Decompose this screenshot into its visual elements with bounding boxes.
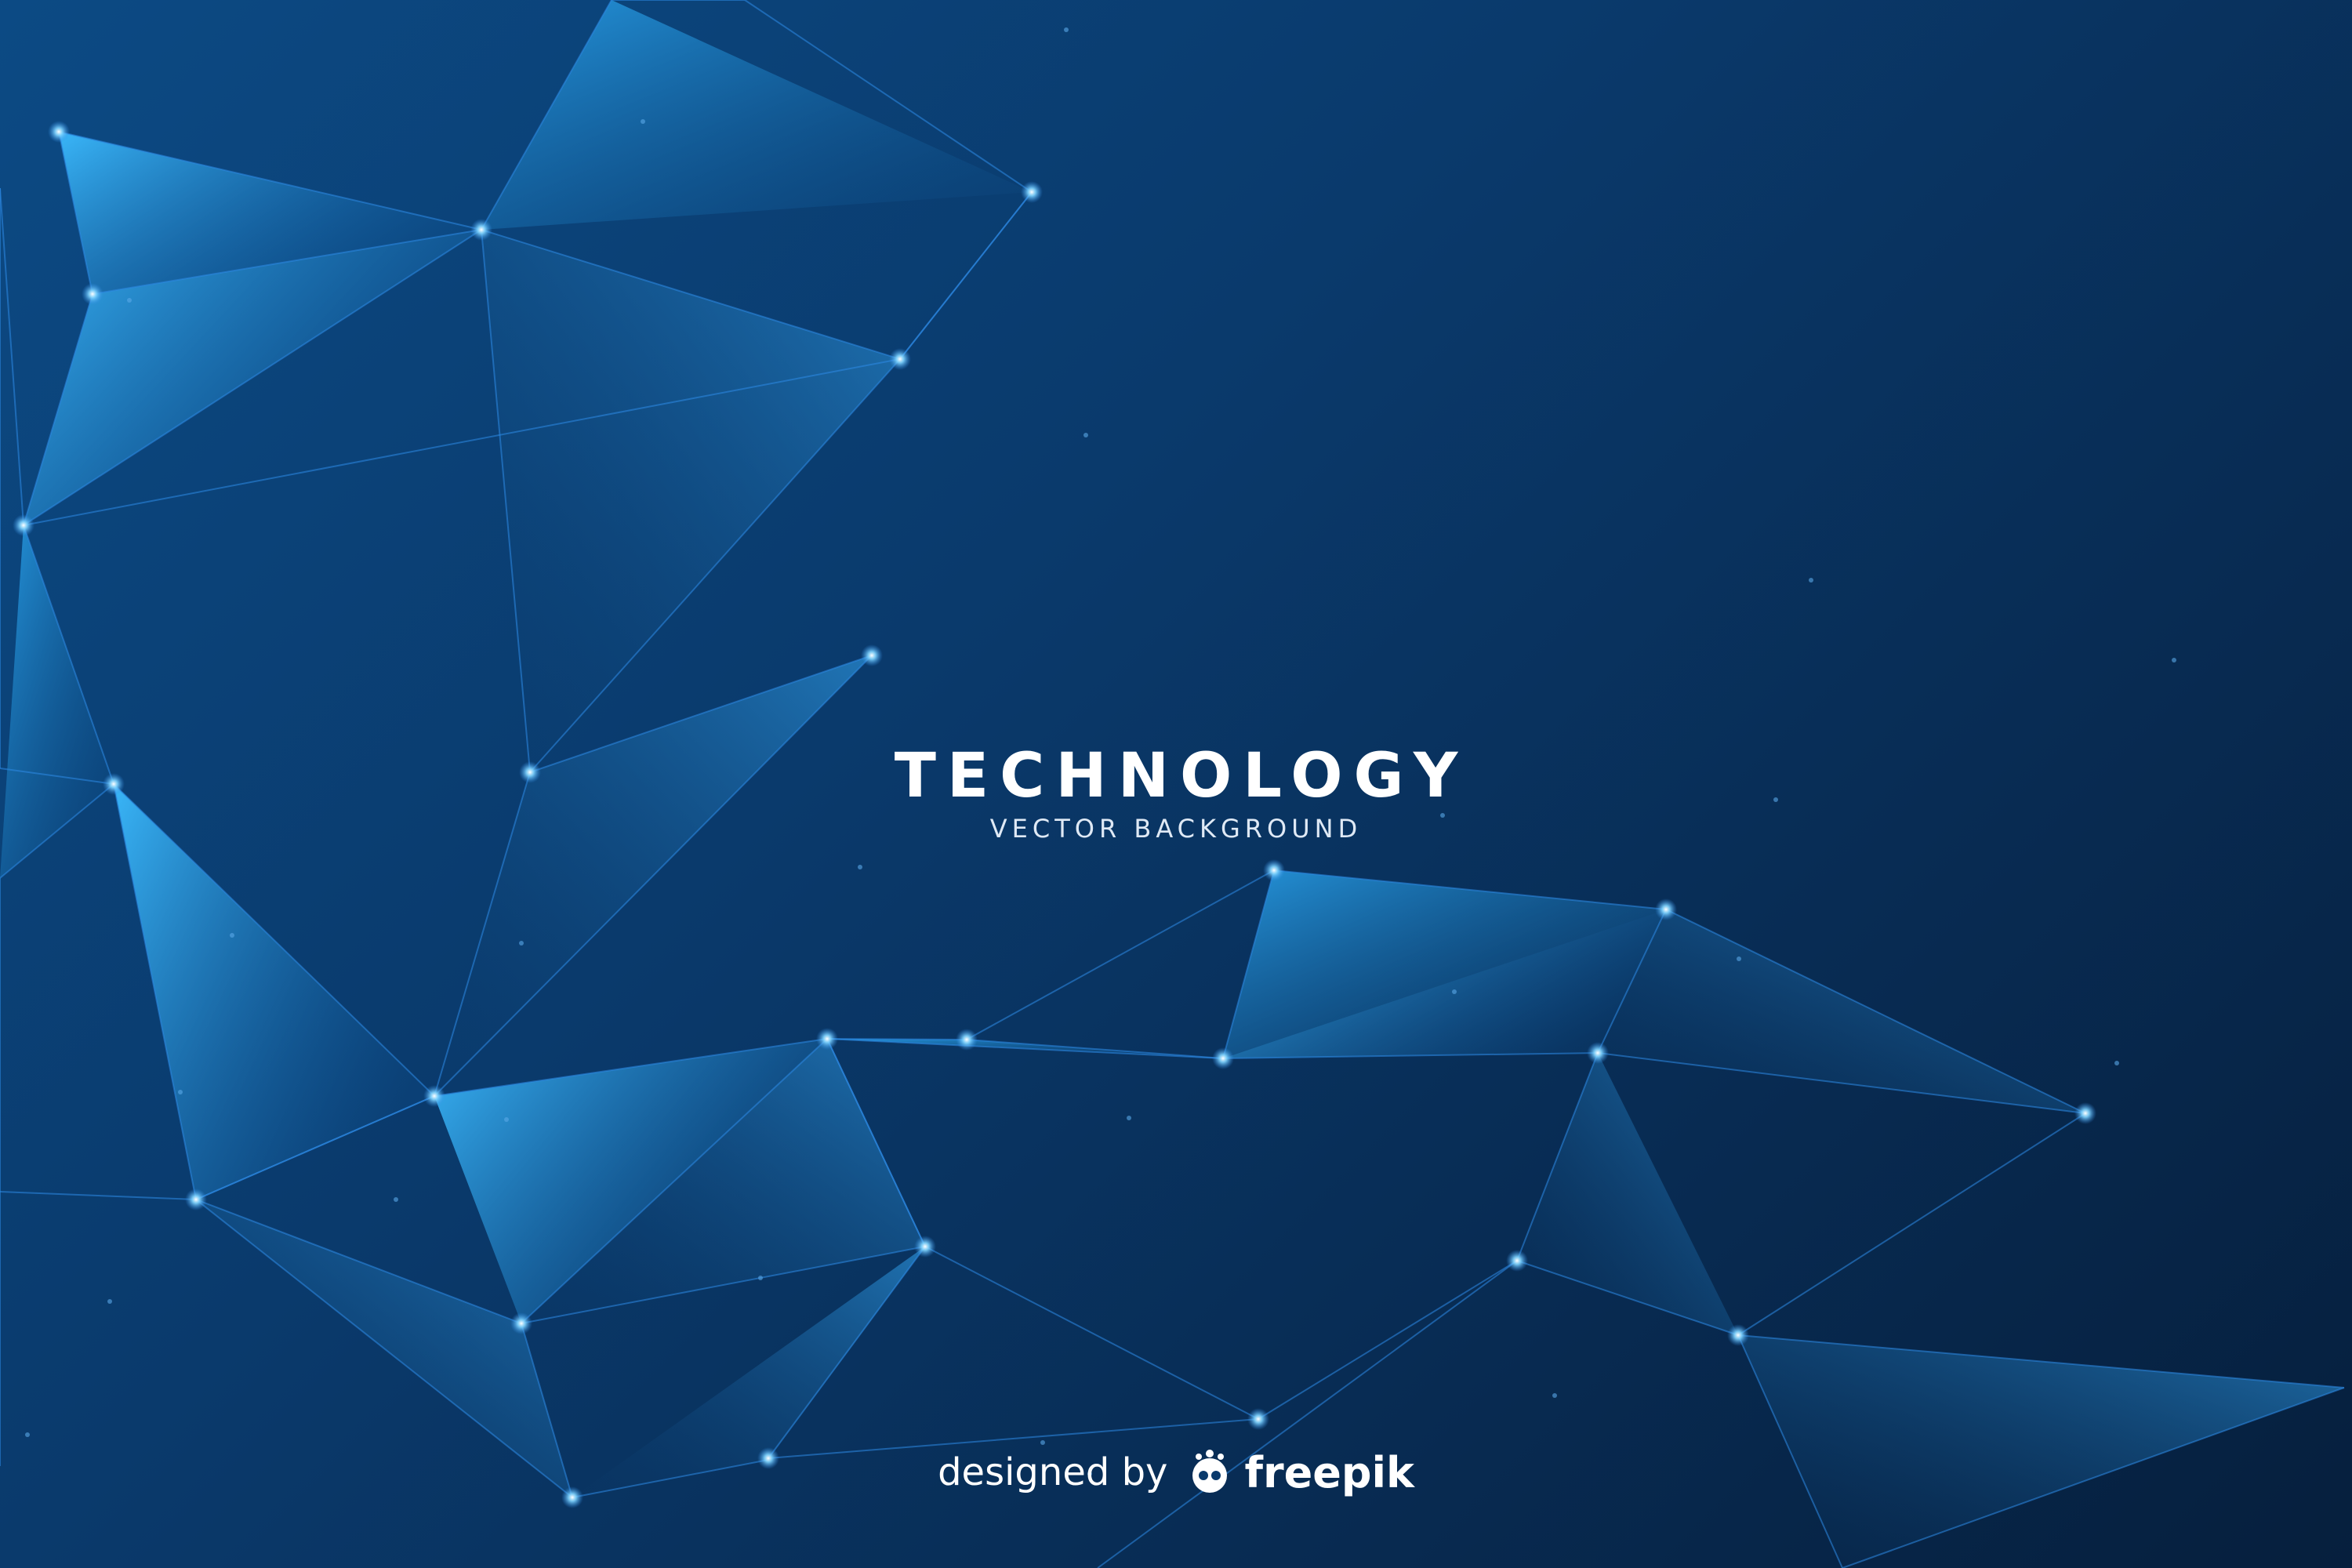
mesh-node	[470, 219, 492, 241]
mesh-dot	[230, 933, 234, 938]
credit: designed by freepik	[0, 1447, 2352, 1497]
mesh-line	[0, 187, 24, 526]
mesh-node	[816, 1028, 838, 1050]
facet	[114, 784, 434, 1200]
mesh-dot	[641, 119, 645, 124]
mesh-dot	[1127, 1116, 1131, 1120]
mesh-node	[956, 1029, 978, 1051]
mesh-dot	[178, 1090, 183, 1094]
mesh-node	[914, 1236, 936, 1258]
mesh-dot	[394, 1197, 398, 1202]
mesh-node	[1247, 1408, 1269, 1430]
mesh-node	[1212, 1047, 1234, 1069]
facet	[1517, 1053, 1738, 1335]
mesh-node	[2074, 1102, 2096, 1124]
mesh-node	[861, 644, 883, 666]
mesh-node	[82, 283, 103, 305]
mesh-dot	[858, 865, 862, 869]
mesh-dot	[1083, 433, 1088, 437]
mesh-node	[13, 514, 34, 536]
mesh-line	[966, 869, 1275, 1040]
mesh-dot	[1552, 1393, 1557, 1398]
mesh-dot	[127, 298, 132, 303]
mesh-node	[889, 348, 911, 370]
mesh-node	[1506, 1250, 1528, 1272]
credit-brand: freepik	[1244, 1447, 1414, 1497]
mesh-node	[1263, 859, 1285, 881]
mesh-dot	[1737, 956, 1741, 961]
mesh-dot	[107, 1299, 112, 1304]
mesh-dot	[758, 1276, 763, 1280]
mesh-dot	[504, 1117, 509, 1122]
mesh-line	[1737, 1112, 2086, 1336]
title-block: TECHNOLOGY VECTOR BACKGROUND	[0, 743, 2352, 844]
mesh-dot	[1809, 578, 1813, 583]
mesh-node	[510, 1312, 532, 1334]
mesh-node	[1587, 1042, 1609, 1064]
mesh-node	[1727, 1324, 1749, 1346]
mesh-dot	[1064, 27, 1069, 32]
page-title: TECHNOLOGY	[894, 741, 1469, 811]
page-subtitle: VECTOR BACKGROUND	[989, 814, 1363, 844]
mesh-line	[966, 1039, 1224, 1059]
mesh-dot	[519, 941, 524, 946]
mesh-line	[899, 191, 1033, 360]
facet	[481, 0, 1032, 230]
mesh-dot	[2172, 658, 2176, 662]
mesh-node	[185, 1189, 207, 1210]
mesh-line	[1097, 1260, 1518, 1568]
mesh-line	[826, 1038, 1224, 1059]
mesh-line	[924, 1246, 1259, 1420]
freepik-logo-icon	[1192, 1450, 1228, 1493]
mesh-line	[1258, 1260, 1518, 1420]
mesh-dot	[1040, 1440, 1045, 1445]
mesh-dot	[25, 1432, 30, 1437]
credit-prefix: designed by	[938, 1450, 1168, 1494]
mesh-dot	[2114, 1061, 2119, 1065]
mesh-node	[1021, 181, 1043, 203]
mesh-node	[1655, 898, 1677, 920]
mesh-node	[423, 1085, 445, 1107]
mesh-line	[0, 1191, 197, 1200]
mesh-dot	[1452, 989, 1457, 994]
mesh-node	[48, 121, 70, 143]
